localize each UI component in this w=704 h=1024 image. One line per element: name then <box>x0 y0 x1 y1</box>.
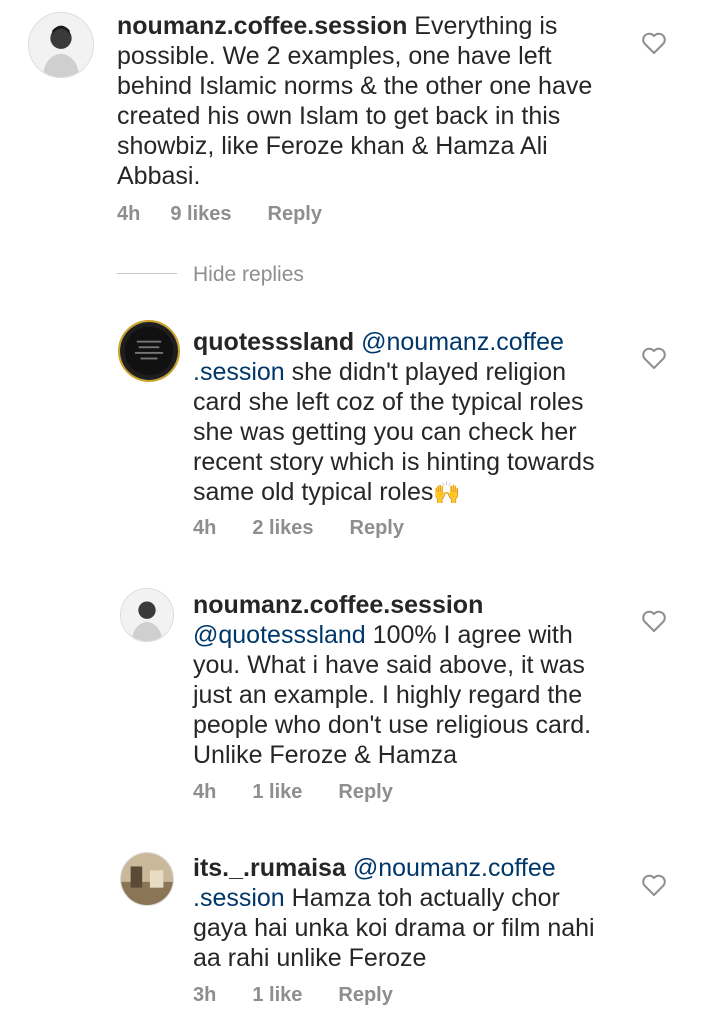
heart-outline-icon[interactable] <box>641 31 667 55</box>
likes-count[interactable]: 1 like <box>252 984 302 1007</box>
timestamp: 3h <box>193 984 217 1006</box>
timestamp: 4h <box>193 517 217 539</box>
avatar[interactable] <box>28 12 94 78</box>
username-link[interactable]: quotesssland <box>193 328 354 356</box>
likes-count[interactable]: 1 like <box>252 781 302 804</box>
comment-meta: 4h 2 likes Reply <box>193 517 404 540</box>
comment-text: noumanz.coffee.session Everything is pos… <box>117 11 607 191</box>
likes-count[interactable]: 2 likes <box>252 517 313 540</box>
username-link[interactable]: noumanz.coffee.session <box>193 591 483 619</box>
heart-outline-icon[interactable] <box>641 609 667 633</box>
avatar[interactable] <box>120 588 174 642</box>
avatar[interactable] <box>118 320 180 382</box>
timestamp: 4h <box>117 203 141 225</box>
reply-button[interactable]: Reply <box>338 984 392 1007</box>
divider-line <box>117 273 177 274</box>
comment-meta: 4h 1 like Reply <box>193 781 393 804</box>
timestamp: 4h <box>193 781 217 803</box>
username-link[interactable]: noumanz.coffee.session <box>117 12 407 40</box>
comment-text: its._.rumaisa @noumanz.coffee .session H… <box>193 853 613 973</box>
mention-link[interactable]: @quotesssland <box>193 621 366 649</box>
hide-replies-button[interactable]: Hide replies <box>193 263 304 287</box>
comment-meta: 3h 1 like Reply <box>193 984 393 1007</box>
comment-text: quotesssland @noumanz.coffee .session sh… <box>193 327 613 508</box>
reply-button[interactable]: Reply <box>338 781 392 804</box>
comment-text: noumanz.coffee.session @quotesssland 100%… <box>193 590 613 770</box>
comment-meta: 4h 9 likes Reply <box>117 203 322 226</box>
likes-count[interactable]: 9 likes <box>170 203 231 226</box>
heart-outline-icon[interactable] <box>641 346 667 370</box>
reply-button[interactable]: Reply <box>350 517 404 540</box>
username-link[interactable]: its._.rumaisa <box>193 854 346 882</box>
raising-hands-emoji: 🙌 <box>433 480 461 505</box>
reply-button[interactable]: Reply <box>268 203 322 226</box>
heart-outline-icon[interactable] <box>641 873 667 897</box>
avatar[interactable] <box>120 852 174 906</box>
